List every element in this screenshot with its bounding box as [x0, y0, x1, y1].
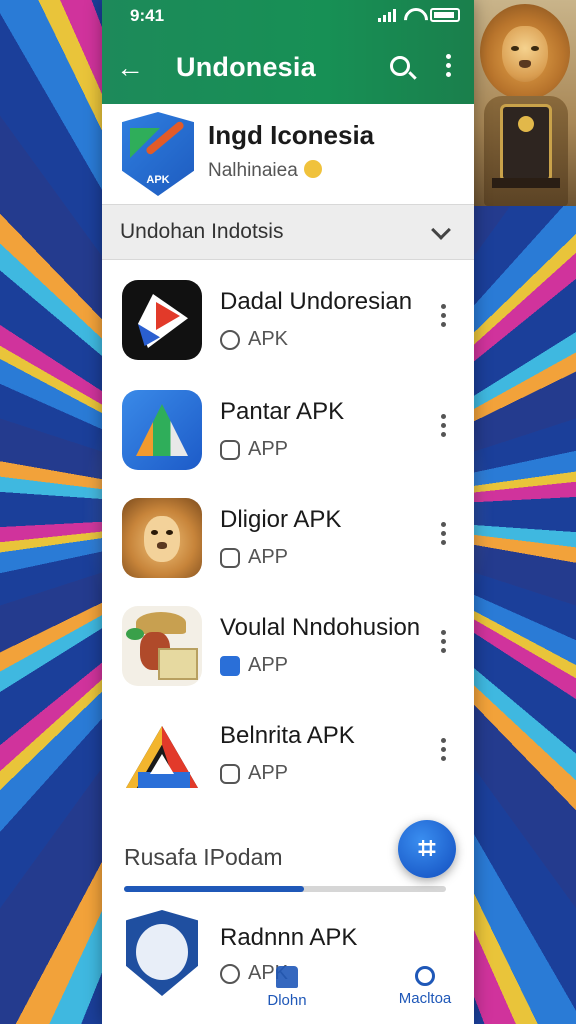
item-more-icon[interactable]	[438, 414, 448, 442]
nav-label: Macltoa	[398, 990, 452, 1007]
app-name: Belnrita APK	[220, 722, 355, 749]
phone-badge-icon	[220, 547, 240, 568]
home-icon	[276, 966, 298, 988]
fab-button[interactable]: ⌗	[398, 820, 456, 878]
app-icon	[122, 606, 202, 686]
item-more-icon[interactable]	[438, 738, 448, 766]
page-title: Undonesia	[176, 52, 316, 82]
fab-icon: ⌗	[418, 832, 436, 865]
app-type: APK	[248, 328, 289, 350]
phone-screen: 9:41 ← Undonesia APK Ingd Iconesia Nalhi…	[102, 0, 474, 1024]
header-subtitle: Nalhinaiea	[208, 160, 298, 181]
search-icon[interactable]	[390, 56, 410, 76]
app-header-card: APK Ingd Iconesia Nalhinaiea	[102, 104, 474, 204]
emoji-icon	[303, 160, 322, 178]
list-item[interactable]: Dadal Undoresian APK	[102, 270, 474, 374]
app-icon	[122, 280, 202, 360]
list-item[interactable]: Voulal Nndohusion APP	[102, 596, 474, 700]
phone-badge-icon	[220, 763, 240, 784]
app-type: APP	[248, 438, 289, 460]
header-title: Ingd Iconesia	[208, 120, 375, 150]
list-item[interactable]: Pantar APK APP	[102, 380, 474, 484]
app-name: Pantar APK	[220, 398, 345, 425]
status-bar: 9:41	[130, 6, 460, 28]
status-time: 9:41	[130, 6, 165, 25]
app-icon	[122, 910, 202, 1006]
section-progress-bar	[124, 886, 446, 892]
app-icon	[122, 714, 202, 794]
section-label: Undohan Indotsis	[120, 220, 284, 243]
app-icon	[122, 390, 202, 470]
nav-item-home[interactable]: Dlohn	[242, 962, 332, 1018]
section-dropdown[interactable]: Undohan Indotsis	[102, 204, 474, 260]
item-more-icon[interactable]	[438, 630, 448, 658]
battery-icon	[430, 8, 460, 22]
app-type: APP	[248, 654, 289, 676]
nav-item-profile[interactable]: Macltoa	[380, 962, 470, 1018]
list-item[interactable]: Dligior APK APP	[102, 488, 474, 592]
search-badge-icon	[220, 963, 240, 984]
top-app-bar: 9:41 ← Undonesia	[102, 0, 474, 104]
progress-fill	[124, 886, 305, 892]
app-name: Dadal Undoresian	[220, 288, 413, 315]
blue-badge-icon	[220, 655, 240, 676]
back-arrow-icon[interactable]: ←	[116, 52, 144, 84]
app-name: Voulal Nndohusion	[220, 614, 421, 641]
wifi-icon	[404, 8, 422, 22]
list-item[interactable]: Belnrita APK APP	[102, 704, 474, 808]
more-vert-icon[interactable]	[445, 54, 451, 80]
face-badge-icon	[220, 439, 240, 460]
app-logo: APK	[122, 112, 194, 196]
chevron-down-icon	[431, 220, 451, 240]
section-title-2: Rusafa IPodam	[124, 844, 283, 870]
app-type: APP	[248, 546, 289, 568]
item-more-icon[interactable]	[438, 304, 448, 332]
profile-icon	[415, 966, 435, 986]
lion-poster-image	[474, 0, 576, 206]
app-icon	[122, 498, 202, 578]
app-name: Dligior APK	[220, 506, 342, 533]
signal-icon	[378, 8, 396, 22]
app-name: Radnnn APK	[220, 924, 358, 951]
nav-label: Dlohn	[267, 992, 307, 1009]
search-badge-icon	[220, 329, 240, 350]
app-type: APP	[248, 762, 289, 784]
item-more-icon[interactable]	[438, 522, 448, 550]
